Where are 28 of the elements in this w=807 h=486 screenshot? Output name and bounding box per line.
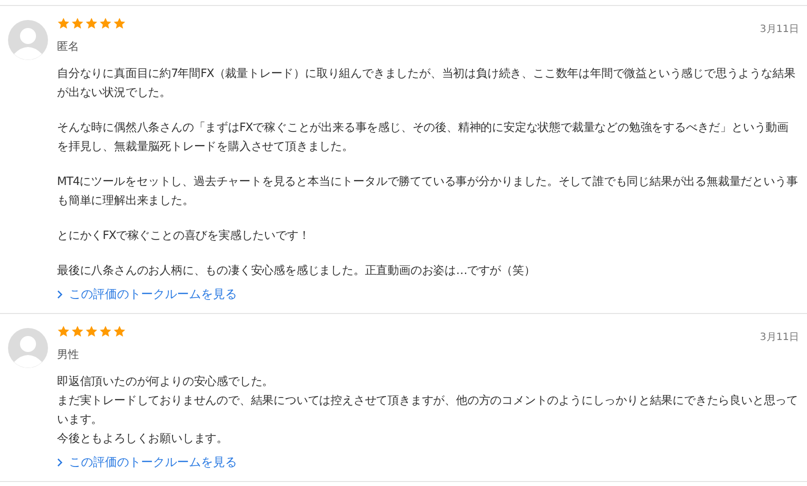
avatar-icon — [8, 328, 48, 368]
review-date: 3月11日 — [760, 23, 799, 36]
review-text: とにかくFXで稼ぐことの喜びを実感したいです！ — [57, 227, 311, 244]
reviewer-name: 男性 — [57, 347, 80, 362]
star-icon — [113, 17, 126, 30]
caret-icon — [57, 290, 63, 299]
star-icon — [57, 17, 70, 30]
star-icon — [85, 17, 98, 30]
star-icon — [71, 325, 84, 338]
review-text: まだ実トレードしておりませんので、結果については控えさせて頂きますが、他の方のコメントのようにしっかりと結果にできたら良いと思っています。 — [57, 392, 799, 428]
star-icon — [57, 325, 70, 338]
review-text: MT4にツールをセットし、過去チャートを見ると本当にトータルで勝てている事が分かりました。そして誰でも同じ結果が出る無裁量だという事も簡単に理解出来ました。 — [57, 173, 799, 209]
review-text: そんな時に偶然八条さんの「まずはFXで稼ぐことが出来る事を感じ、その後、精神的に安定な状態で裁量などの勉強をするべきだ」という動画を拝見し、無裁量脳死トレードを購入させて頂きました。 — [57, 119, 790, 155]
star-icon — [85, 325, 98, 338]
star-icon — [99, 325, 112, 338]
star-icon — [71, 17, 84, 30]
talkroom-link[interactable]: この評価のトークルームを見る — [57, 454, 237, 471]
talkroom-link[interactable]: この評価のトークルームを見る — [57, 286, 237, 303]
review-date: 3月11日 — [760, 331, 799, 344]
star-icon — [99, 17, 112, 30]
review-text: 今後ともよろしくお願いします。 — [57, 430, 230, 447]
reviewer-name: 匿名 — [57, 39, 80, 54]
caret-icon — [57, 458, 63, 467]
avatar-icon — [8, 20, 48, 60]
review-text: 即返信頂いたのが何よりの安心感でした。 — [57, 373, 275, 390]
star-icon — [113, 325, 126, 338]
review-text: 自分なりに真面目に約7年間FX（裁量トレード）に取り組んできましたが、当初は負け続き、ここ数年は年間で微益という感じで思うような結果が出ない状況でした。 — [57, 65, 796, 101]
review-text: 最後に八条さんのお人柄に、もの凄く安心感を感じました。正直動画のお姿は…ですが（笑） — [57, 262, 536, 279]
